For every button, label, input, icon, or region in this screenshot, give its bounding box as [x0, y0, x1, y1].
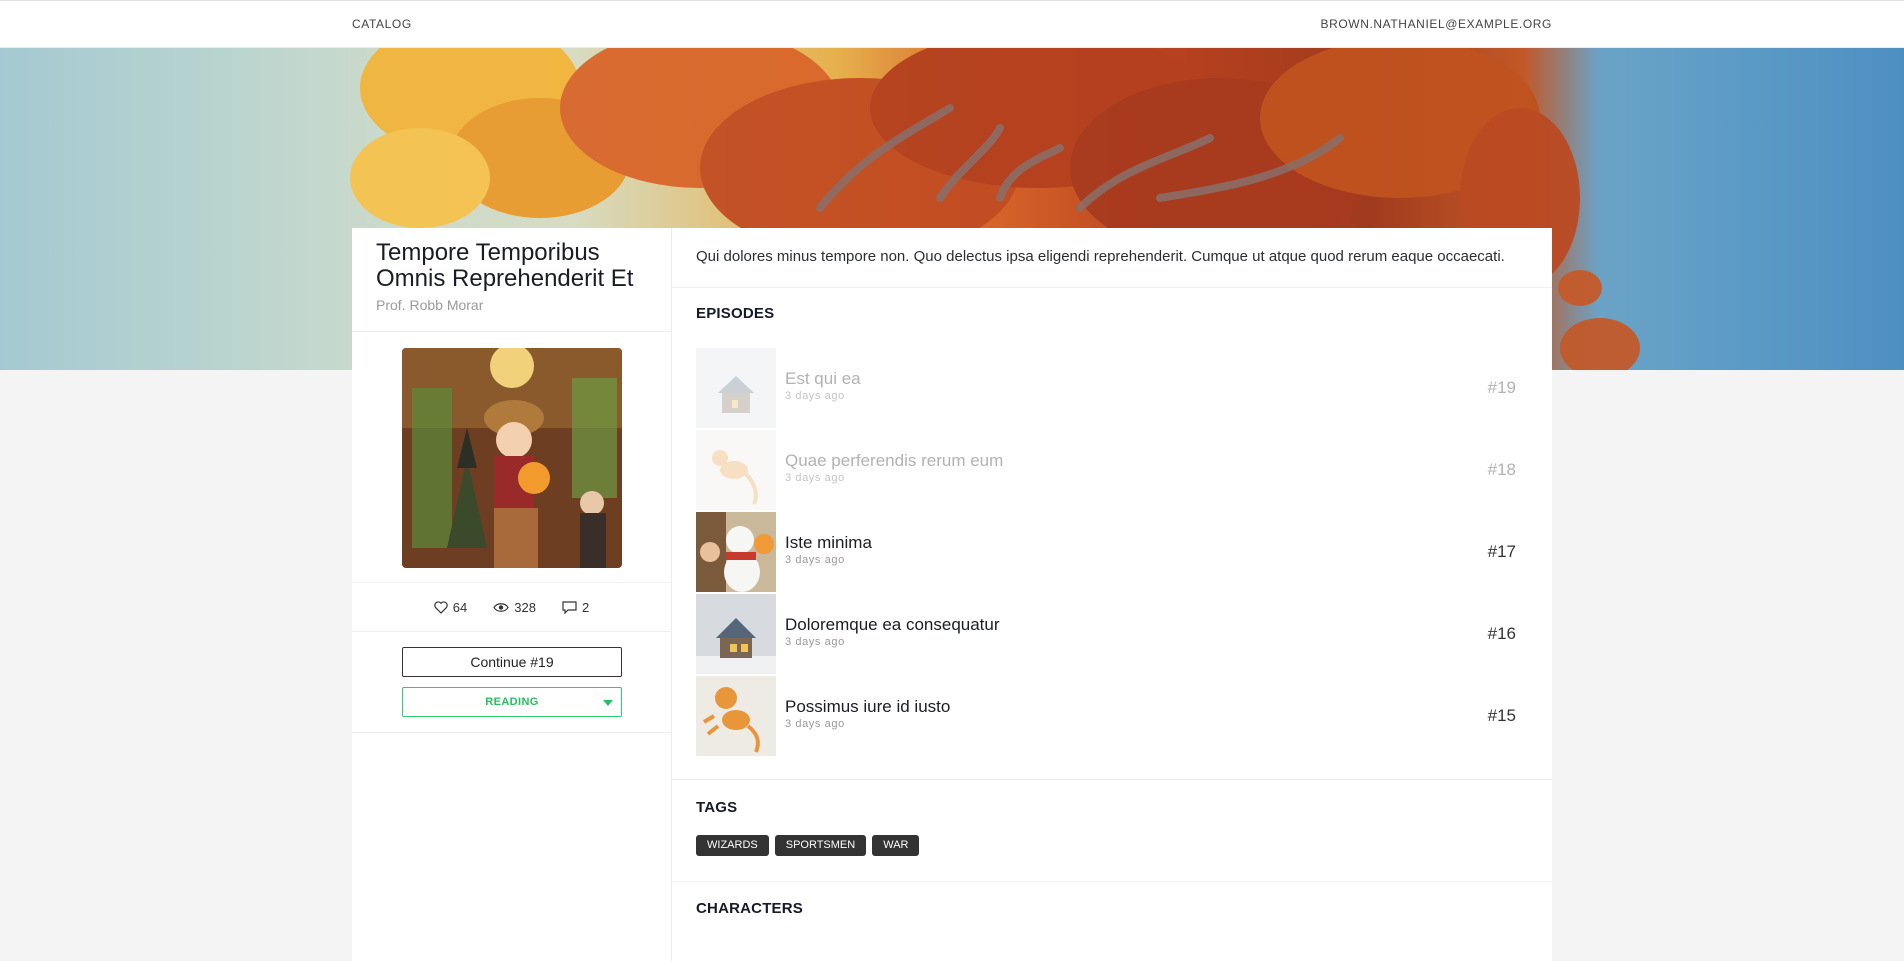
episode-title: Doloremque ea consequatur: [785, 615, 1000, 634]
episode-number: #19: [1487, 378, 1516, 397]
reading-actions: Continue #19 READING: [352, 632, 671, 733]
episode-item[interactable]: Est qui ea 3 days ago #19: [696, 347, 1516, 429]
reading-status-dropdown[interactable]: READING: [402, 687, 622, 717]
caret-down-icon: [603, 700, 613, 706]
episode-thumbnail: [696, 512, 776, 592]
catalog-link[interactable]: CATALOG: [352, 17, 412, 31]
comic-detail-card: Tempore Temporibus Omnis Reprehenderit E…: [352, 228, 1552, 961]
views-stat: 328: [493, 600, 536, 615]
episode-item[interactable]: Iste minima 3 days ago #17: [696, 511, 1516, 593]
title-block: Tempore Temporibus Omnis Reprehenderit E…: [352, 228, 671, 332]
episode-title: Possimus iure id iusto: [785, 697, 951, 716]
episodes-section: EPISODES Est qui ea 3 days ago #19 Quae …: [672, 288, 1552, 780]
comic-stats: 64 328 2: [352, 583, 671, 632]
comic-cover-image[interactable]: [402, 348, 622, 568]
episode-item[interactable]: Quae perferendis rerum eum 3 days ago #1…: [696, 429, 1516, 511]
episode-number: #15: [1487, 706, 1516, 725]
episode-title: Quae perferendis rerum eum: [785, 451, 1004, 470]
continue-reading-button[interactable]: Continue #19: [402, 647, 622, 677]
reading-status-label: READING: [485, 696, 539, 708]
episode-time: 3 days ago: [785, 554, 845, 566]
episode-item[interactable]: Doloremque ea consequatur 3 days ago #16: [696, 593, 1516, 675]
episode-time: 3 days ago: [785, 636, 845, 648]
likes-stat[interactable]: 64: [434, 600, 467, 615]
episode-number: #17: [1487, 542, 1516, 561]
episode-thumbnail: [696, 430, 776, 510]
tag-chip[interactable]: WAR: [872, 835, 920, 856]
comic-author[interactable]: Prof. Robb Morar: [376, 297, 647, 313]
comic-content: Qui dolores minus tempore non. Quo delec…: [672, 228, 1552, 961]
tag-chip[interactable]: SPORTSMEN: [774, 835, 867, 856]
comic-description: Qui dolores minus tempore non. Quo delec…: [672, 228, 1552, 288]
comments-count: 2: [581, 599, 590, 615]
comments-stat[interactable]: 2: [562, 600, 589, 615]
likes-count: 64: [452, 599, 468, 615]
views-count: 328: [514, 599, 536, 615]
episode-time: 3 days ago: [785, 472, 845, 484]
episodes-heading: EPISODES: [696, 305, 775, 322]
tag-list: WIZARDS SPORTSMEN WAR: [696, 835, 1552, 856]
user-account-link[interactable]: BROWN.NATHANIEL@EXAMPLE.ORG: [1320, 17, 1552, 31]
episode-thumbnail: [696, 676, 776, 756]
comic-title: Tempore Temporibus Omnis Reprehenderit E…: [376, 239, 634, 292]
comment-icon: [562, 600, 577, 614]
episode-time: 3 days ago: [785, 390, 845, 402]
episode-title: Iste minima: [785, 533, 872, 552]
episode-number: #16: [1487, 624, 1516, 643]
characters-section: CHARACTERS: [672, 882, 1552, 917]
episode-time: 3 days ago: [785, 718, 845, 730]
episode-item[interactable]: Possimus iure id iusto 3 days ago #15: [696, 675, 1516, 757]
episode-list: Est qui ea 3 days ago #19 Quae perferend…: [696, 347, 1516, 757]
episode-title: Est qui ea: [785, 369, 861, 388]
cover-section: [352, 332, 671, 583]
episode-number: #18: [1487, 460, 1516, 479]
characters-heading: CHARACTERS: [696, 900, 803, 917]
comic-sidebar: Tempore Temporibus Omnis Reprehenderit E…: [352, 228, 672, 961]
episode-thumbnail: [696, 348, 776, 428]
episode-thumbnail: [696, 594, 776, 674]
tags-heading: TAGS: [696, 799, 738, 816]
heart-icon: [434, 600, 448, 614]
top-navbar: CATALOG BROWN.NATHANIEL@EXAMPLE.ORG: [0, 0, 1904, 48]
tags-section: TAGS WIZARDS SPORTSMEN WAR: [672, 780, 1552, 882]
eye-icon: [493, 602, 509, 612]
tag-chip[interactable]: WIZARDS: [696, 835, 769, 856]
